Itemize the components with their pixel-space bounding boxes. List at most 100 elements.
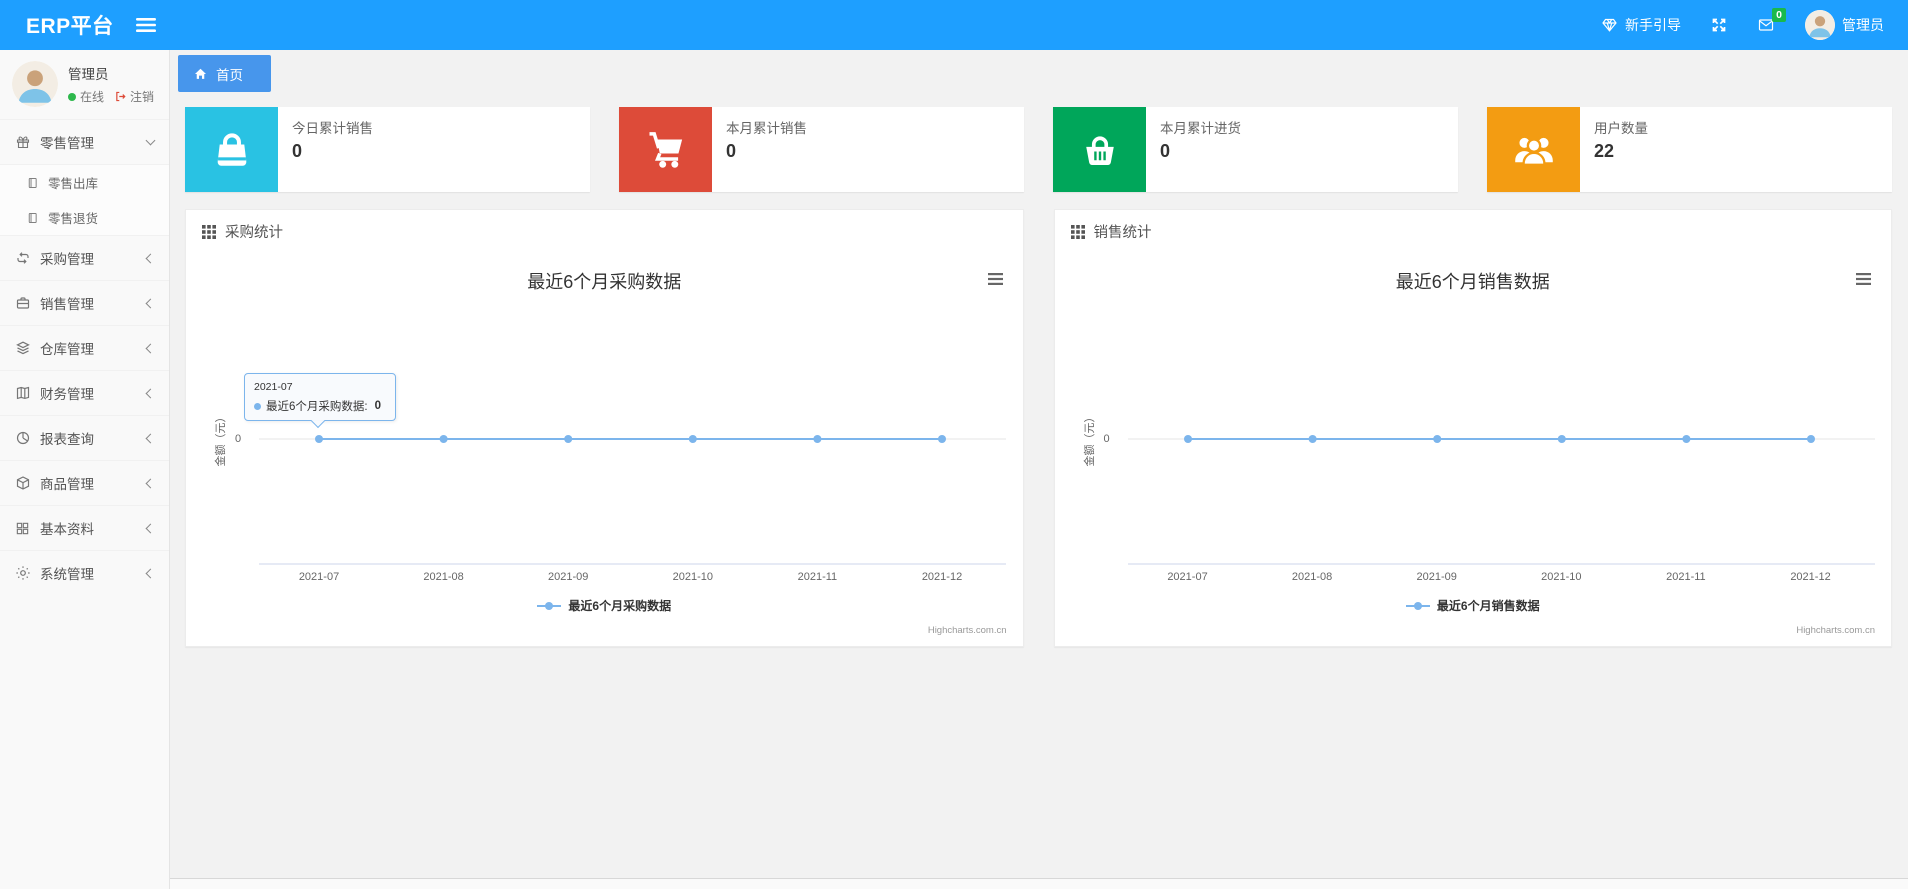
th-grid-icon	[1070, 224, 1085, 239]
sidebar-toggle-button[interactable]	[130, 11, 162, 39]
sidebar-item-reports[interactable]: 报表查询	[0, 415, 169, 460]
chevron-left-icon	[145, 388, 156, 398]
tooltip-value: 0	[374, 400, 381, 412]
sidebar-item-goods[interactable]: 商品管理	[0, 460, 169, 505]
series-dot-icon	[254, 402, 261, 410]
data-point[interactable]	[564, 435, 573, 443]
sidebar-item-purchase[interactable]: 采购管理	[0, 235, 169, 280]
data-point[interactable]	[1681, 435, 1690, 443]
panel-title: 采购统计	[225, 225, 283, 241]
avatar	[1805, 10, 1835, 40]
x-axis-label: 2021-09	[1416, 571, 1457, 583]
y-axis-title: 金额（元）	[1083, 411, 1096, 467]
stat-label: 本月累计进货	[1160, 121, 1241, 136]
sidebar-item-label: 基本资料	[40, 522, 94, 537]
sidebar-item-label: 财务管理	[40, 387, 94, 402]
tooltip-series-label: 最近6个月采购数据:	[266, 401, 368, 413]
data-point[interactable]	[1183, 435, 1192, 443]
sidebar: 管理员 在线 注销 零售管理 零售出库 零售退货 采购管理 销售管理 仓库管理 …	[0, 50, 170, 889]
sidebar-item-label: 仓库管理	[40, 342, 94, 357]
logout-link[interactable]: 注销	[114, 88, 154, 105]
sidebar-item-label: 商品管理	[40, 477, 94, 492]
erp-dashboard: ERP平台 新手引导 0 管理员 管理员 在线 注销 零售管理 零售出库 零售退…	[0, 0, 1908, 889]
sign-out-icon	[114, 90, 127, 103]
user-name: 管理员	[1842, 17, 1884, 33]
legend-marker-icon	[537, 601, 562, 611]
purchase-stats-panel: 采购统计 最近6个月采购数据 金额（元） 0 2021-07 最近6个月采购数据…	[185, 209, 1024, 647]
gem-icon	[1601, 17, 1618, 33]
sidebar-user-name: 管理员	[68, 67, 109, 82]
sidebar-item-label: 零售出库	[48, 177, 99, 191]
purchase-chart: 最近6个月采购数据 金额（元） 0 2021-07 最近6个月采购数据: 0 最…	[186, 253, 1023, 646]
sidebar-user-panel: 管理员 在线 注销	[0, 50, 169, 119]
bag-icon	[185, 107, 278, 192]
legend-label: 最近6个月采购数据	[568, 599, 672, 613]
data-point[interactable]	[688, 435, 697, 443]
online-status-dot	[68, 92, 76, 101]
th-grid-icon	[202, 224, 216, 239]
stat-card-user-count: 用户数量 22	[1487, 107, 1892, 192]
highcharts-credit[interactable]: Highcharts.com.cn	[928, 625, 1007, 636]
stat-value: 0	[726, 141, 737, 161]
sidebar-item-label: 零售退货	[48, 212, 99, 226]
briefcase-icon	[15, 295, 31, 311]
sidebar-item-sales[interactable]: 销售管理	[0, 280, 169, 325]
fullscreen-icon	[1711, 17, 1727, 33]
home-icon	[193, 67, 208, 81]
newbie-guide-button[interactable]: 新手引导	[1601, 15, 1681, 35]
tab-label: 首页	[216, 67, 243, 83]
sidebar-item-retail-return[interactable]: 零售退货	[0, 200, 169, 235]
sidebar-item-label: 系统管理	[40, 567, 94, 582]
data-point[interactable]	[439, 435, 448, 443]
document-icon	[26, 211, 40, 225]
legend-label: 最近6个月销售数据	[1436, 599, 1540, 613]
sidebar-item-retail[interactable]: 零售管理	[0, 119, 169, 164]
stat-cards-row: 今日累计销售 0 本月累计销售 0 本月累计进货 0 用户数量 22	[185, 107, 1892, 192]
legend[interactable]: 最近6个月采购数据	[186, 597, 1023, 614]
stat-value: 0	[292, 141, 303, 161]
data-point[interactable]	[315, 435, 323, 443]
x-axis-label: 2021-07	[298, 571, 340, 583]
gear-icon	[15, 565, 31, 581]
data-point[interactable]	[1806, 435, 1815, 443]
content-bottom-divider	[170, 878, 1908, 889]
message-count-badge: 0	[1772, 8, 1786, 22]
sidebar-item-finance[interactable]: 财务管理	[0, 370, 169, 415]
sidebar-item-system[interactable]: 系统管理	[0, 550, 169, 595]
legend-marker-icon	[1405, 601, 1430, 611]
sales-chart: 最近6个月销售数据 金额（元） 0 最近6个月销售数据 Highcharts.c…	[1055, 253, 1892, 646]
chevron-down-icon	[145, 135, 156, 146]
chart-context-menu-button[interactable]	[984, 269, 1007, 289]
sales-stats-panel: 销售统计 最近6个月销售数据 金额（元） 0 最近6个月销售数据 Highcha…	[1053, 209, 1892, 647]
chart-panels-row: 采购统计 最近6个月采购数据 金额（元） 0 2021-07 最近6个月采购数据…	[185, 209, 1892, 647]
sidebar-item-label: 报表查询	[40, 432, 94, 447]
data-point[interactable]	[813, 435, 822, 443]
user-menu[interactable]: 管理员	[1805, 10, 1884, 40]
sidebar-item-label: 采购管理	[40, 252, 94, 267]
stat-card-month-purchase: 本月累计进货 0	[1053, 107, 1458, 192]
data-point[interactable]	[1432, 435, 1441, 443]
sidebar-item-retail-outbound[interactable]: 零售出库	[0, 165, 169, 200]
avatar	[12, 61, 58, 107]
grid-icon	[15, 521, 31, 536]
messages-button[interactable]: 0	[1757, 8, 1786, 33]
x-axis-label: 2021-10	[672, 571, 713, 583]
chevron-left-icon	[145, 523, 156, 533]
legend[interactable]: 最近6个月销售数据	[1055, 597, 1892, 614]
fullscreen-button[interactable]	[1711, 17, 1727, 33]
data-point[interactable]	[938, 435, 946, 443]
sidebar-item-warehouse[interactable]: 仓库管理	[0, 325, 169, 370]
chart-context-menu-button[interactable]	[1852, 269, 1875, 289]
repeat-icon	[15, 250, 31, 266]
panel-title: 销售统计	[1093, 225, 1152, 241]
data-point[interactable]	[1308, 435, 1317, 443]
x-axis-label: 2021-08	[1291, 571, 1333, 583]
retail-submenu: 零售出库 零售退货	[0, 164, 169, 235]
document-icon	[26, 176, 40, 190]
y-axis-tick: 0	[1103, 433, 1110, 445]
tab-home[interactable]: 首页	[178, 55, 271, 92]
sidebar-item-basic-data[interactable]: 基本资料	[0, 505, 169, 550]
highcharts-credit[interactable]: Highcharts.com.cn	[1796, 625, 1875, 636]
y-axis-title: 金额（元）	[215, 411, 227, 467]
data-point[interactable]	[1557, 435, 1566, 443]
